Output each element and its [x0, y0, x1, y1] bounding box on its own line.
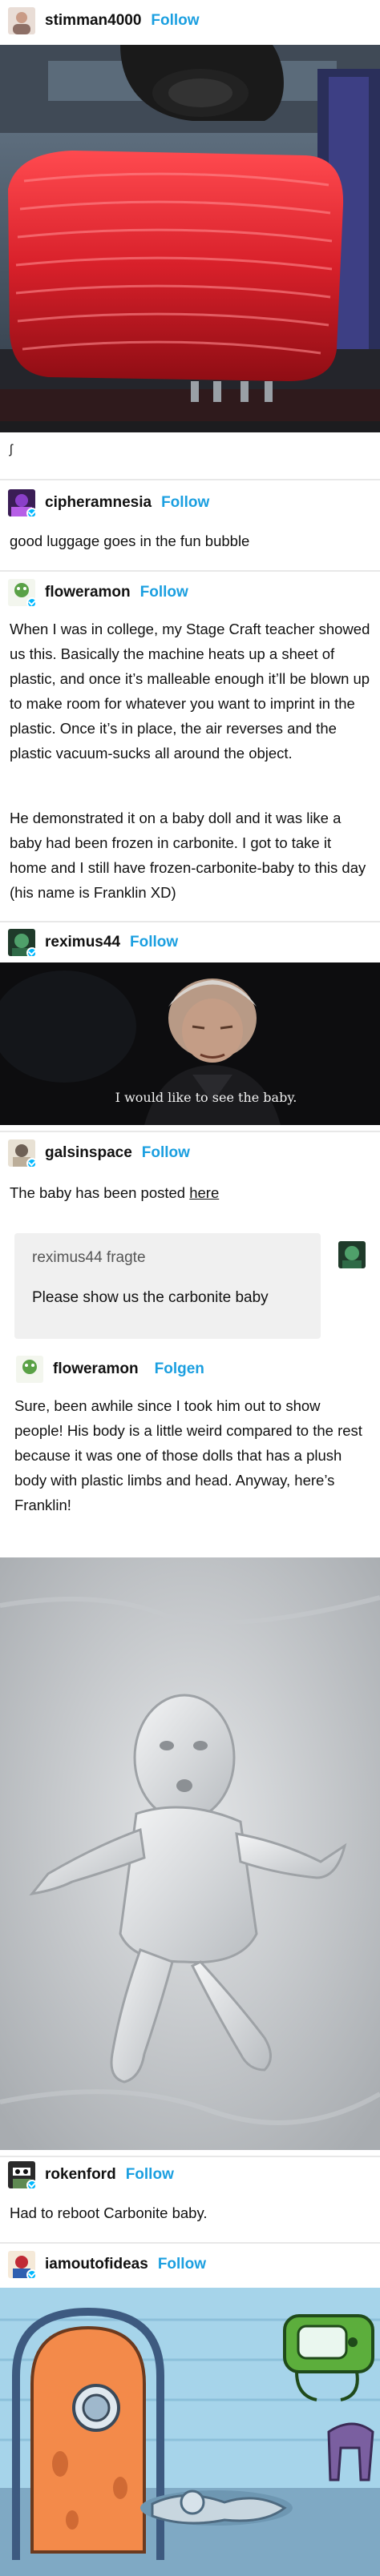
- post-paragraph: He demonstrated it on a baby doll and it…: [10, 810, 366, 901]
- post-username[interactable]: floweramon Follow: [45, 584, 188, 601]
- asker-avatar[interactable]: [338, 1241, 366, 1268]
- follow-button[interactable]: Follow: [158, 2256, 206, 2273]
- verified-badge-icon: [26, 597, 35, 606]
- avatar[interactable]: [8, 2251, 35, 2278]
- username-link[interactable]: floweramon: [45, 584, 131, 601]
- post-username[interactable]: floweramon Folgen: [53, 1360, 204, 1378]
- post-header: galsinspace Follow: [0, 1137, 380, 1169]
- post-header: reximus44 Follow: [0, 926, 380, 958]
- avatar-image-icon: [16, 1356, 43, 1383]
- username-link[interactable]: iamoutofideas: [45, 2256, 148, 2273]
- post-username[interactable]: reximus44 Follow: [45, 934, 178, 951]
- follow-button[interactable]: Folgen: [155, 1360, 204, 1377]
- movie-still-image: I would like to see the baby.: [0, 962, 380, 1125]
- username-link[interactable]: cipheramnesia: [45, 494, 152, 511]
- avatar[interactable]: [8, 929, 35, 956]
- gif-caption: ʃ: [10, 443, 13, 456]
- avatar[interactable]: [8, 489, 35, 516]
- verified-badge-icon: [26, 2180, 35, 2188]
- post-username[interactable]: iamoutofideas Follow: [45, 2256, 206, 2273]
- post-username[interactable]: rokenford Follow: [45, 2166, 174, 2184]
- ask-question: Please show us the carbonite baby: [32, 1289, 269, 1306]
- luggage-gif: [0, 45, 380, 432]
- follow-button[interactable]: Follow: [126, 2166, 174, 2183]
- follow-button[interactable]: Follow: [151, 12, 199, 29]
- post-text: Had to reboot Carbonite baby.: [10, 2204, 208, 2221]
- post-text: Sure, been awhile since I took him out t…: [14, 1397, 362, 1513]
- subtitle-text: I would like to see the baby.: [115, 1090, 297, 1105]
- follow-button[interactable]: Follow: [161, 494, 209, 511]
- avatar[interactable]: [8, 7, 35, 34]
- ask-card: reximus44 fragte Please show us the carb…: [14, 1233, 321, 1339]
- avatar[interactable]: [8, 1139, 35, 1167]
- post-header: iamoutofideas Follow: [0, 2248, 380, 2281]
- post-username[interactable]: cipheramnesia Follow: [45, 494, 209, 512]
- divider: [0, 570, 380, 572]
- post-text-prefix: The baby has been posted: [10, 1184, 190, 1201]
- username-link[interactable]: stimman4000: [45, 12, 141, 29]
- username-link[interactable]: galsinspace: [45, 1144, 132, 1161]
- divider: [0, 2156, 380, 2157]
- follow-button[interactable]: Follow: [130, 934, 178, 950]
- verified-badge-icon: [26, 947, 35, 956]
- avatar[interactable]: [16, 1356, 43, 1383]
- divider: [0, 1131, 380, 1132]
- avatar[interactable]: [8, 579, 35, 606]
- avatar-image-icon: [338, 1241, 366, 1268]
- vacuum-forming-machine-image: [0, 45, 380, 432]
- username-link[interactable]: floweramon: [53, 1360, 139, 1377]
- spongebob-room-image: [0, 2288, 380, 2576]
- divider: [0, 479, 380, 480]
- post-username[interactable]: galsinspace Follow: [45, 1144, 190, 1162]
- verified-badge-icon: [26, 2269, 35, 2278]
- username-link[interactable]: reximus44: [45, 934, 120, 950]
- follow-button[interactable]: Follow: [140, 584, 188, 601]
- old-man-screenshot: I would like to see the baby.: [0, 962, 380, 1125]
- post-header: floweramon Folgen: [8, 1353, 380, 1385]
- follow-button[interactable]: Follow: [142, 1144, 190, 1161]
- post-header: stimman4000 Follow: [0, 5, 380, 37]
- post-text: The baby has been posted here: [10, 1180, 372, 1205]
- post-header: cipheramnesia Follow: [0, 487, 380, 519]
- cartoon-room-image: [0, 2288, 380, 2576]
- post-header: floweramon Follow: [0, 577, 380, 609]
- verified-badge-icon: [26, 508, 35, 516]
- plastic-baby-imprint-image: [0, 1557, 380, 2150]
- verified-badge-icon: [26, 1158, 35, 1167]
- post-text: good luggage goes in the fun bubble: [10, 532, 250, 549]
- here-link[interactable]: here: [189, 1184, 219, 1201]
- ask-from[interactable]: reximus44 fragte: [32, 1249, 146, 1267]
- carbonite-baby-photo: [0, 1557, 380, 2150]
- divider: [0, 921, 380, 922]
- post-username[interactable]: stimman4000 Follow: [45, 12, 200, 30]
- avatar[interactable]: [8, 2161, 35, 2188]
- divider: [0, 2242, 380, 2244]
- avatar-image-icon: [8, 7, 35, 34]
- username-link[interactable]: rokenford: [45, 2166, 116, 2183]
- post-header: rokenford Follow: [0, 2159, 380, 2191]
- post-paragraph: When I was in college, my Stage Craft te…: [10, 621, 370, 762]
